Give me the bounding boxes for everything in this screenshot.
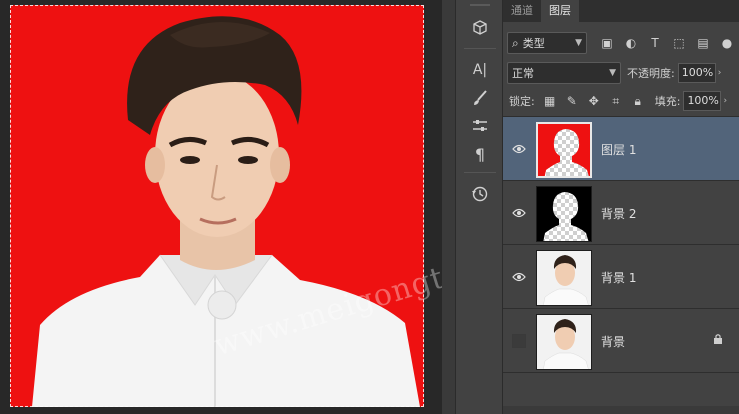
search-icon: ⌕: [512, 35, 519, 50]
lock-icon: [713, 333, 723, 348]
panel-tabs: 通道 图层: [503, 0, 739, 22]
chevron-right-icon[interactable]: ›: [723, 96, 727, 106]
blend-mode-value: 正常: [512, 67, 534, 80]
adjustments-icon[interactable]: [468, 114, 492, 138]
layer-name[interactable]: 背景 1: [601, 269, 636, 286]
canvas-area[interactable]: www.meigongtt.com: [0, 0, 534, 414]
lock-transparent-icon[interactable]: ▦: [539, 94, 561, 109]
kind-filter-value: 类型: [522, 37, 545, 50]
filter-toggle-icon[interactable]: ●: [715, 36, 739, 50]
history-icon[interactable]: [468, 182, 492, 206]
layers-panel: 通道 图层 ⌕ 类型 ▼ ▣ ◐ T ⬚ ▤ ● 正常 ▼ 不透明度: 100%…: [503, 0, 739, 414]
lock-paint-icon[interactable]: ✎: [561, 94, 583, 109]
layer-row[interactable]: 背景 1: [503, 245, 739, 309]
layer-thumbnail: [536, 186, 592, 242]
filter-icons: ▣ ◐ T ⬚ ▤ ●: [595, 36, 739, 50]
layer-thumbnail: [536, 250, 592, 306]
panel-tool-strip: A| ¶: [455, 0, 503, 414]
canvas-scrollbar[interactable]: [442, 0, 455, 414]
layer-row[interactable]: 背景: [503, 309, 739, 373]
lock-all-icon[interactable]: 🔒︎: [627, 94, 649, 109]
chevron-down-icon: ▼: [609, 68, 616, 78]
type-filter-icon[interactable]: T: [643, 36, 667, 50]
lock-position-icon[interactable]: ✥: [583, 94, 605, 109]
fill-field[interactable]: 100%: [683, 91, 722, 111]
3d-cube-icon[interactable]: [468, 16, 492, 40]
tab-channels[interactable]: 通道: [503, 0, 541, 22]
visibility-toggle-off[interactable]: [511, 333, 527, 349]
chevron-down-icon: ▼: [575, 38, 582, 48]
chevron-right-icon[interactable]: ›: [718, 68, 722, 78]
lock-label: 锁定:: [509, 95, 535, 108]
layer-row[interactable]: 背景 2: [503, 181, 739, 245]
kind-filter-select[interactable]: ⌕ 类型 ▼: [507, 32, 587, 54]
lock-icons: ▦ ✎ ✥ ⌗ 🔒︎: [539, 94, 649, 109]
photoshop-window: www.meigongtt.com A| ¶ 通道 图层 ⌕ 类型 ▼ ▣ ◐ …: [0, 0, 739, 414]
tab-layers[interactable]: 图层: [541, 0, 579, 22]
smart-object-filter-icon[interactable]: ▤: [691, 36, 715, 50]
fill-label: 填充:: [654, 95, 681, 108]
shape-filter-icon[interactable]: ⬚: [667, 36, 691, 50]
layer-name[interactable]: 背景 2: [601, 205, 636, 222]
layers-list: 图层 1 背景 2 背景 1 背景: [503, 117, 739, 373]
panel-bottom-bar: [503, 406, 739, 414]
pixel-filter-icon[interactable]: ▣: [595, 36, 619, 50]
eye-icon[interactable]: [511, 141, 527, 157]
layer-name[interactable]: 图层 1: [601, 141, 636, 158]
character-icon[interactable]: A|: [468, 58, 492, 82]
eye-icon[interactable]: [511, 205, 527, 221]
layer-name[interactable]: 背景: [601, 333, 625, 350]
blend-mode-select[interactable]: 正常 ▼: [507, 62, 621, 84]
layer-thumbnail: [536, 314, 592, 370]
opacity-field[interactable]: 100%: [677, 63, 716, 83]
opacity-label: 不透明度:: [627, 67, 675, 80]
lock-row: 锁定: ▦ ✎ ✥ ⌗ 🔒︎ 填充: 100% ›: [507, 90, 739, 112]
strip-grip[interactable]: [470, 4, 490, 6]
layer-thumbnail: [536, 122, 592, 178]
filter-row: ⌕ 类型 ▼ ▣ ◐ T ⬚ ▤ ●: [507, 30, 739, 56]
blend-row: 正常 ▼ 不透明度: 100% ›: [507, 62, 739, 84]
tool-separator: [464, 48, 496, 49]
paragraph-icon[interactable]: ¶: [468, 142, 492, 166]
lock-artboard-icon[interactable]: ⌗: [605, 94, 627, 109]
tool-separator: [464, 172, 496, 173]
brush-settings-icon[interactable]: [468, 86, 492, 110]
eye-icon[interactable]: [511, 269, 527, 285]
layer-row[interactable]: 图层 1: [503, 117, 739, 181]
adjustment-filter-icon[interactable]: ◐: [619, 36, 643, 50]
